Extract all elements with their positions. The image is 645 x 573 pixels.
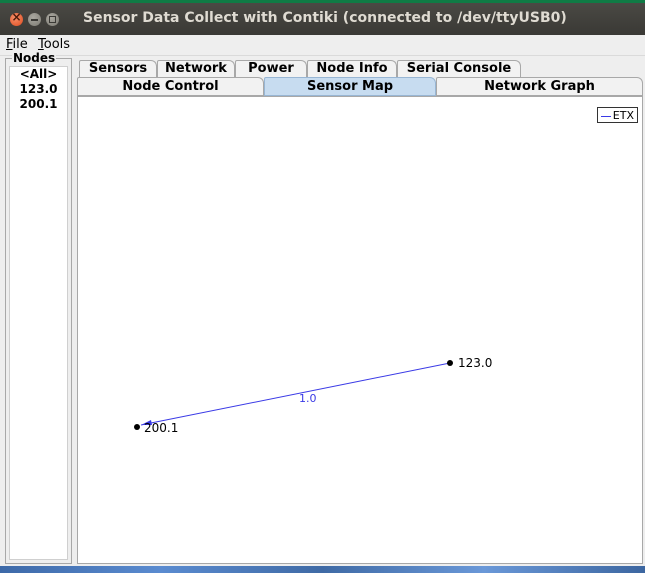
main-content: Nodes <All> 123.0 200.1 Sensors Network … [0, 51, 645, 566]
close-icon[interactable] [10, 10, 23, 26]
node-label-200-1: 200.1 [144, 421, 178, 435]
sensor-map-panel[interactable]: ETX 1.0 123.0 200.1 [77, 96, 643, 564]
sensor-map-canvas[interactable]: 1.0 123.0 200.1 [78, 97, 642, 563]
menu-bar: File Tools [0, 35, 645, 56]
minimize-icon[interactable] [28, 13, 41, 26]
node-label-123-0: 123.0 [458, 356, 492, 370]
tab-sensors[interactable]: Sensors [79, 60, 157, 77]
tab-network-graph[interactable]: Network Graph [436, 77, 643, 96]
tab-serial-console[interactable]: Serial Console [397, 60, 521, 77]
title-bar: Sensor Data Collect with Contiki (connec… [0, 3, 645, 35]
window-title: Sensor Data Collect with Contiki (connec… [83, 10, 567, 26]
maximize-icon[interactable] [46, 13, 59, 26]
node-marker-200-1[interactable] [134, 424, 140, 430]
menu-file[interactable]: File [6, 37, 28, 52]
nodes-panel: Nodes <All> 123.0 200.1 [5, 51, 72, 564]
tab-power[interactable]: Power [235, 60, 307, 77]
node-item-200-1[interactable]: 200.1 [10, 97, 67, 112]
tab-node-info[interactable]: Node Info [307, 60, 397, 77]
node-item-all[interactable]: <All> [10, 67, 67, 82]
link-etx-label: 1.0 [299, 392, 317, 405]
link-line-200-1-to-123-0 [140, 362, 451, 426]
desktop-taskbar-strip [0, 566, 645, 573]
tab-network[interactable]: Network [157, 60, 235, 77]
menu-tools-label: ools [43, 37, 71, 52]
tab-sensor-map[interactable]: Sensor Map [264, 77, 436, 96]
tab-node-control[interactable]: Node Control [77, 77, 264, 96]
menu-tools[interactable]: Tools [38, 37, 70, 52]
node-item-123-0[interactable]: 123.0 [10, 82, 67, 97]
tab-area: Sensors Network Power Node Info Serial C… [77, 60, 643, 564]
menu-file-label: ile [12, 37, 28, 52]
nodes-list[interactable]: <All> 123.0 200.1 [9, 66, 68, 560]
node-marker-123-0[interactable] [447, 360, 453, 366]
nodes-panel-title: Nodes [12, 51, 57, 65]
